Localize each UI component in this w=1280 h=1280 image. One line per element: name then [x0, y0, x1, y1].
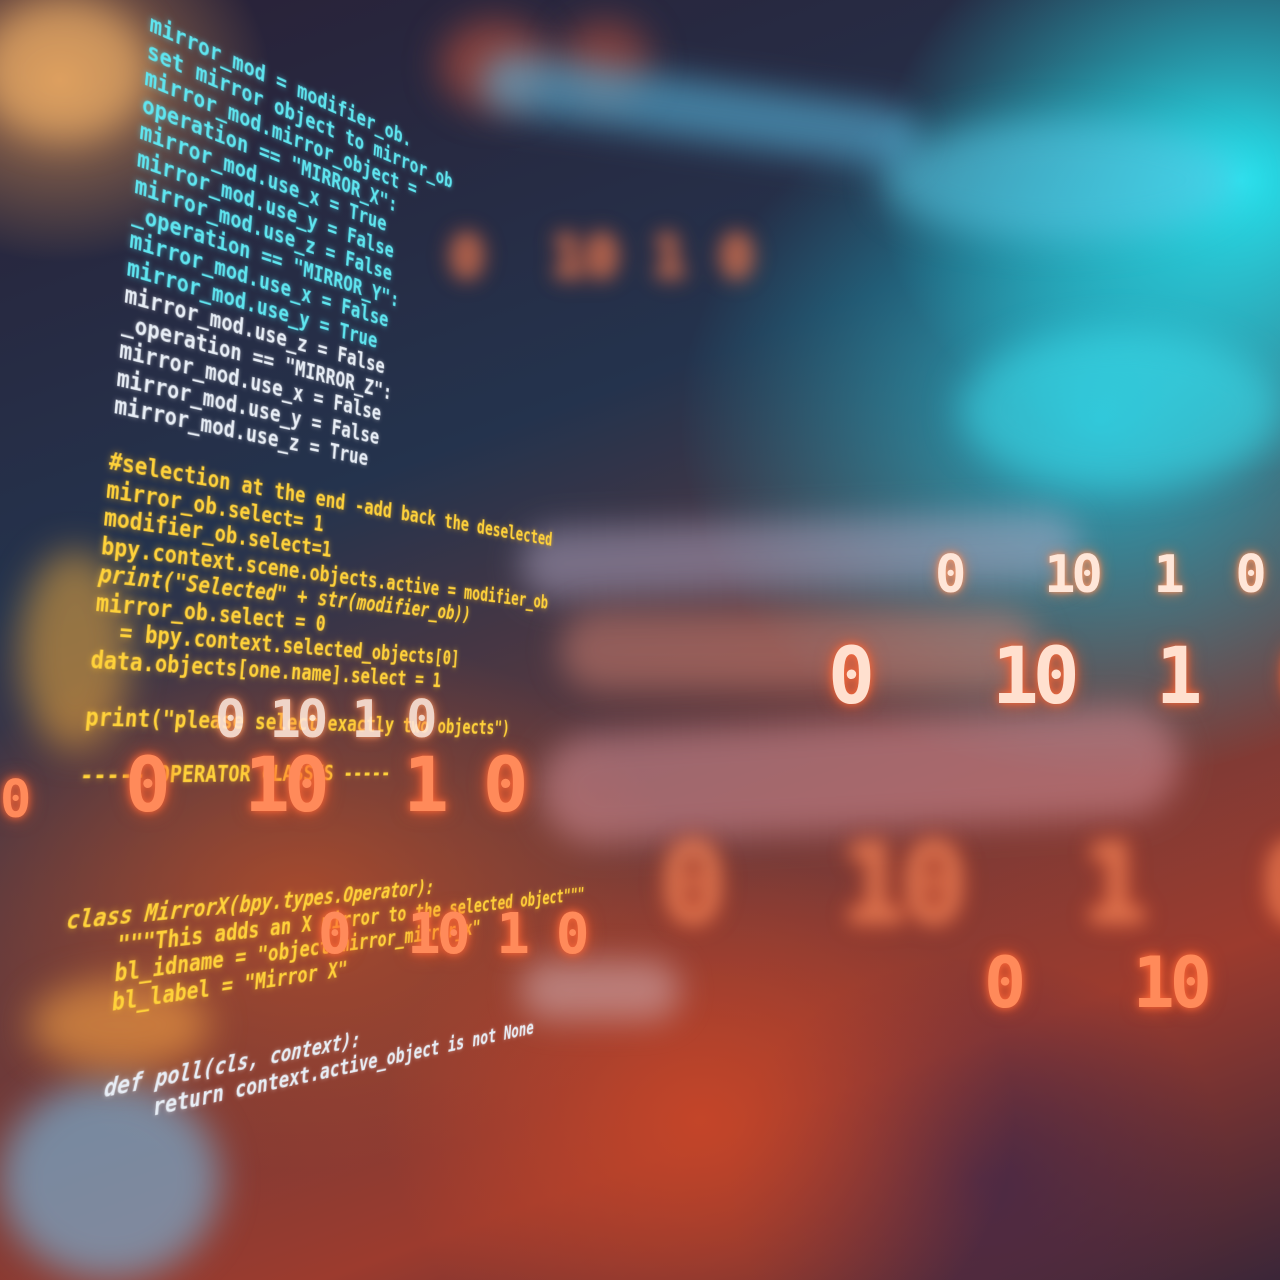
code-listing: mirror_mod = modifier_ob. set mirror obje…	[46, 9, 585, 1145]
binary-digits: 0 10 1 0	[828, 632, 1280, 722]
binary-digits: 0 10 1 0	[660, 820, 1280, 948]
binary-digits: 0 10 1 0	[318, 902, 589, 967]
bokeh-light	[960, 330, 1280, 490]
binary-digits: 0 10	[984, 942, 1212, 1024]
binary-digits: 0 10 1 0	[125, 740, 529, 829]
light-streak	[520, 960, 680, 1020]
binary-digit: 0	[0, 770, 32, 830]
binary-digits: 0 10 1 0	[935, 545, 1267, 605]
bokeh-light	[0, 0, 150, 140]
bokeh-light	[880, 120, 1240, 240]
code-photo: mirror_mod = modifier_ob. set mirror obje…	[0, 0, 1280, 1280]
light-streak	[477, 49, 923, 171]
binary-digits: 0 10 1 0	[450, 225, 754, 290]
